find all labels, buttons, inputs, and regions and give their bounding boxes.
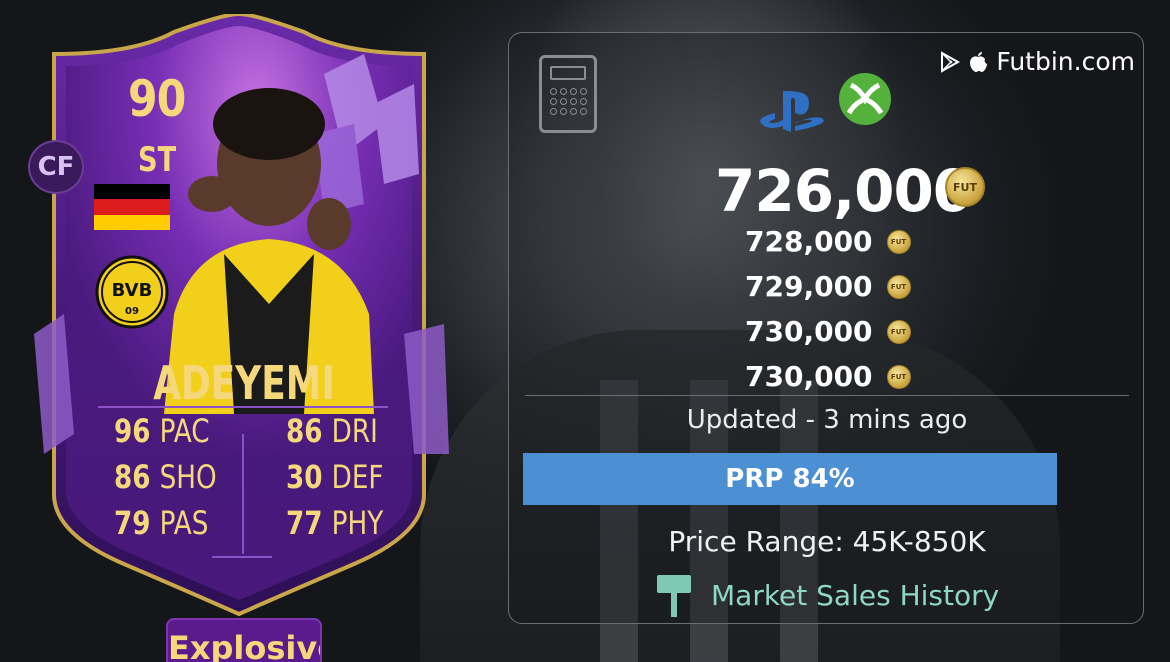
card-frame (34, 14, 449, 617)
card-rating: 90 (128, 70, 186, 128)
price-row: 730,000 FUT (745, 360, 945, 393)
price-panel: Futbin.com 726,000 FUT 728,000 FUT 729,00… (508, 32, 1144, 624)
coin-icon: FUT (886, 364, 911, 389)
price-row: 730,000 FUT (745, 315, 945, 348)
coin-icon: FUT (945, 167, 985, 207)
price-range: Price Range: 45K-850K (668, 525, 986, 558)
card-divider (242, 434, 244, 554)
coin-icon: FUT (886, 274, 911, 299)
stat-def: 30 DEF (286, 458, 384, 496)
player-card[interactable]: 90 ST CF BVB 09 ADEYEMI 96 PAC 86 SHO 79… (24, 14, 454, 624)
club-badge-text: BVB (112, 280, 153, 301)
coin-icon: FUT (886, 319, 911, 344)
stat-pas: 79 PAS (114, 504, 209, 542)
club-badge-icon: BVB 09 (95, 255, 169, 329)
club-badge-year: 09 (125, 306, 139, 317)
auction-hammer-icon (657, 573, 691, 617)
card-position: ST (138, 140, 177, 180)
history-link-label: Market Sales History (711, 578, 1000, 612)
coin-icon: FUT (886, 229, 911, 254)
player-name: ADEYEMI (153, 356, 335, 410)
card-divider (212, 556, 272, 558)
stat-dri: 86 DRI (286, 412, 378, 450)
stat-sho: 86 SHO (114, 458, 217, 496)
calculator-icon[interactable] (539, 55, 597, 133)
price-row: 729,000 FUT (745, 270, 945, 303)
lowest-price: 726,000 (715, 157, 973, 225)
prp-bar: PRP 84% (523, 453, 1057, 505)
stat-phy: 77 PHY (286, 504, 384, 542)
germany-flag-icon (94, 184, 170, 230)
google-play-icon (941, 50, 961, 73)
source-attribution[interactable]: Futbin.com (940, 47, 1135, 76)
source-label: Futbin.com (996, 47, 1135, 76)
xbox-icon[interactable] (839, 73, 891, 125)
market-sales-history-link[interactable]: Market Sales History (657, 573, 999, 617)
stat-pac: 96 PAC (114, 412, 210, 450)
updated-timestamp: Updated - 3 mins ago (686, 405, 968, 435)
alt-position-badge[interactable]: CF (28, 140, 84, 194)
divider (525, 395, 1129, 396)
price-row: 728,000 FUT (745, 225, 945, 258)
playstation-icon[interactable] (759, 89, 827, 135)
card-divider (98, 406, 388, 408)
apple-icon (970, 51, 988, 72)
